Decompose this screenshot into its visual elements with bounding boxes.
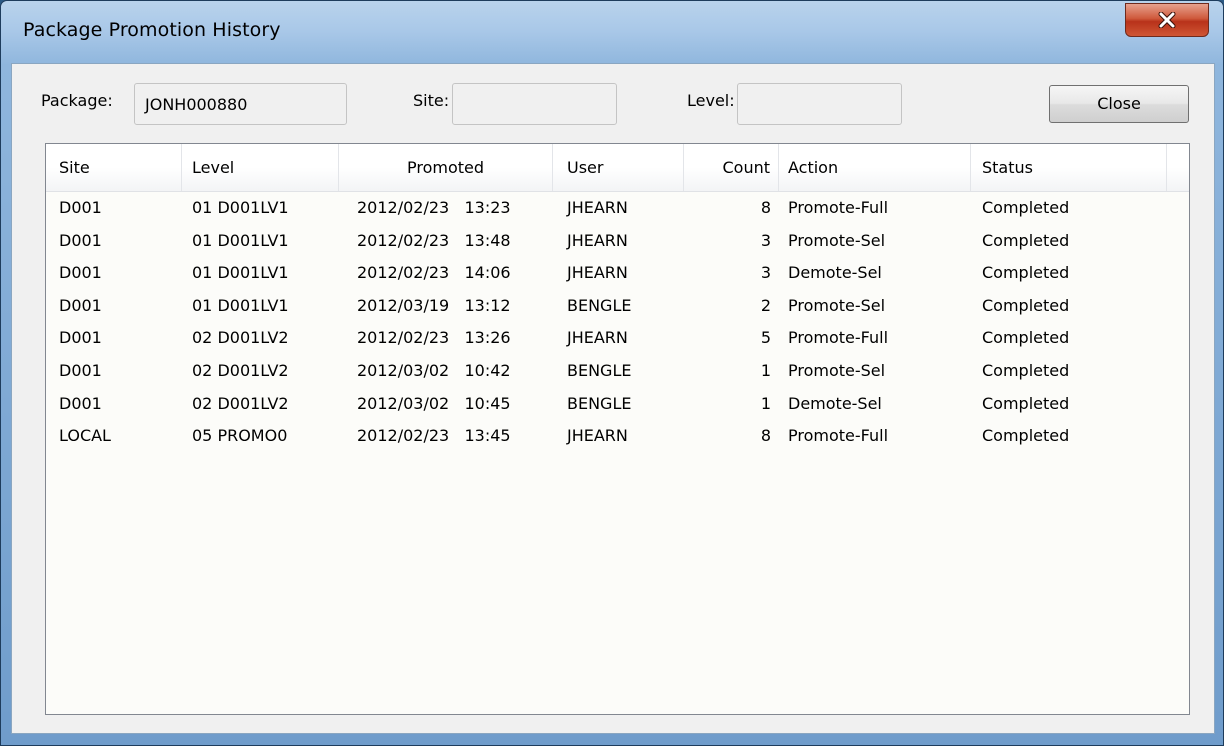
cell-action: Demote-Sel <box>788 393 882 413</box>
cell-level: 01 D001LV1 <box>192 230 289 250</box>
cell-level: 02 D001LV2 <box>192 328 289 348</box>
cell-user: JHEARN <box>567 263 628 283</box>
cell-action: Promote-Full <box>788 198 889 217</box>
cell-status: Completed <box>982 230 1070 250</box>
column-header-count[interactable]: Count <box>684 144 779 191</box>
package-label: Package: <box>41 91 113 110</box>
cell-site: LOCAL <box>59 426 111 446</box>
promotion-history-list[interactable]: Site Level Promoted User Count Action St… <box>45 143 1190 715</box>
close-x-icon <box>1158 12 1176 28</box>
dialog-client-area: Package: JONH000880 Site: Level: Close S… <box>11 63 1215 734</box>
cell-promoted: 2012/02/23 13:48 <box>357 230 511 250</box>
cell-user: JHEARN <box>567 426 628 446</box>
column-header-level[interactable]: Level <box>182 144 339 191</box>
cell-site: D001 <box>59 263 102 283</box>
cell-status: Completed <box>982 328 1070 348</box>
table-row[interactable]: D001 02 D001LV2 2012/03/02 10:42 BENGLE 1 Pro… <box>46 355 1189 387</box>
cell-action: Demote-Sel <box>788 263 882 283</box>
cell-site: D001 <box>59 230 102 250</box>
cell-user: BENGLE <box>567 393 632 413</box>
cell-user: JHEARN <box>567 230 628 250</box>
cell-count: 1 <box>760 393 771 413</box>
cell-user: JHEARN <box>567 328 628 348</box>
cell-count: 8 <box>760 426 771 446</box>
column-header-site[interactable]: Site <box>46 144 182 191</box>
window-title: Package Promotion History <box>23 19 281 41</box>
cell-site: D001 <box>59 198 102 217</box>
table-row[interactable]: D001 01 D001LV1 2012/02/23 14:06 JHEARN 3 Dem… <box>46 257 1189 289</box>
cell-action: Promote-Full <box>788 328 889 348</box>
cell-status: Completed <box>982 393 1070 413</box>
column-header-status[interactable]: Status <box>971 144 1167 191</box>
cell-promoted: 2012/02/23 13:45 <box>357 426 511 446</box>
column-header-action[interactable]: Action <box>779 144 971 191</box>
close-button[interactable]: Close <box>1049 85 1189 123</box>
site-field <box>452 83 617 125</box>
cell-promoted: 2012/03/19 13:12 <box>357 295 511 315</box>
cell-status: Completed <box>982 198 1070 217</box>
list-header: Site Level Promoted User Count Action St… <box>46 144 1189 192</box>
cell-count: 3 <box>760 263 771 283</box>
cell-user: BENGLE <box>567 361 632 380</box>
package-field: JONH000880 <box>134 83 347 125</box>
cell-level: 01 D001LV1 <box>192 198 289 217</box>
cell-site: D001 <box>59 393 102 413</box>
cell-action: Promote-Sel <box>788 230 886 250</box>
cell-promoted: 2012/02/23 14:06 <box>357 263 511 283</box>
column-header-promoted[interactable]: Promoted <box>339 144 553 191</box>
cell-count: 5 <box>760 328 771 348</box>
cell-action: Promote-Sel <box>788 295 886 315</box>
cell-count: 8 <box>760 198 771 217</box>
table-row[interactable]: D001 01 D001LV1 2012/03/19 13:12 BENGLE 2 Pro… <box>46 290 1189 322</box>
cell-level: 01 D001LV1 <box>192 295 289 315</box>
cell-site: D001 <box>59 295 102 315</box>
title-bar[interactable]: Package Promotion History <box>1 1 1223 63</box>
cell-count: 2 <box>760 295 771 315</box>
package-promotion-history-window: Package Promotion History Package: JONH0… <box>0 0 1224 746</box>
cell-action: Promote-Full <box>788 426 889 446</box>
table-row[interactable]: D001 02 D001LV2 2012/03/02 10:45 BENGLE 1 Dem… <box>46 388 1189 420</box>
cell-site: D001 <box>59 361 102 380</box>
cell-promoted: 2012/02/23 13:23 <box>357 198 511 217</box>
cell-status: Completed <box>982 361 1070 380</box>
cell-promoted: 2012/03/02 10:45 <box>357 393 511 413</box>
table-row[interactable]: D001 02 D001LV2 2012/02/23 13:26 JHEARN 5 Pro… <box>46 322 1189 354</box>
window-close-button[interactable] <box>1125 3 1209 37</box>
cell-status: Completed <box>982 426 1070 446</box>
cell-level: 05 PROMO0 <box>192 426 288 446</box>
cell-level: 02 D001LV2 <box>192 361 289 380</box>
cell-status: Completed <box>982 295 1070 315</box>
table-row[interactable]: D001 01 D001LV1 2012/02/23 13:23 JHEARN 8 Pro… <box>46 192 1189 224</box>
cell-level: 01 D001LV1 <box>192 263 289 283</box>
cell-promoted: 2012/03/02 10:42 <box>357 361 511 380</box>
cell-user: JHEARN <box>567 198 628 217</box>
table-row[interactable]: LOCAL 05 PROMO0 2012/02/23 13:45 JHEARN 8 Pro… <box>46 420 1189 452</box>
level-label: Level: <box>687 91 735 110</box>
cell-count: 3 <box>760 230 771 250</box>
level-field <box>737 83 902 125</box>
site-label: Site: <box>413 91 450 110</box>
cell-site: D001 <box>59 328 102 348</box>
cell-status: Completed <box>982 263 1070 283</box>
table-row[interactable]: D001 01 D001LV1 2012/02/23 13:48 JHEARN 3 Pro… <box>46 225 1189 257</box>
cell-user: BENGLE <box>567 295 632 315</box>
cell-promoted: 2012/02/23 13:26 <box>357 328 511 348</box>
cell-action: Promote-Sel <box>788 361 886 380</box>
cell-level: 02 D001LV2 <box>192 393 289 413</box>
cell-count: 1 <box>760 361 771 380</box>
column-header-user[interactable]: User <box>553 144 684 191</box>
